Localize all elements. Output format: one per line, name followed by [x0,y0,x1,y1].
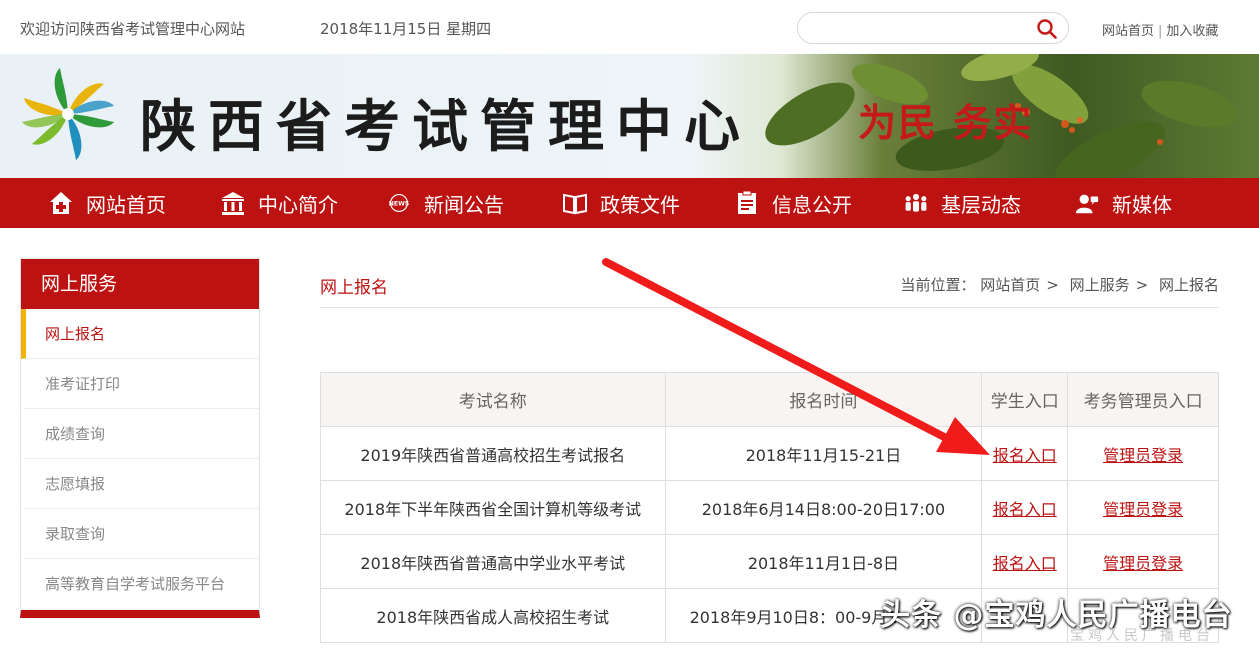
search-input[interactable] [812,18,1032,38]
search-box[interactable] [797,12,1069,44]
exam-name: 2018年陕西省普通高中学业水平考试 [320,534,666,589]
breadcrumb-prefix: 当前位置： [900,276,976,294]
exam-name: 2018年陕西省成人高校招生考试 [320,588,666,643]
news-icon: NEWS [386,190,412,216]
welcome-text: 欢迎访问陕西省考试管理中心网站 [20,20,246,38]
site-name: 陕西省考试管理中心 [140,94,752,160]
top-bar: 欢迎访问陕西省考试管理中心网站 2018年11月15日 星期四 网站首页 | 加入收… [0,0,1259,54]
breadcrumb-home[interactable]: 网站首页 [980,276,1040,294]
document-icon [734,190,760,216]
breadcrumb-service[interactable]: 网上服务 [1070,276,1130,294]
sidebar-item-online-registration[interactable]: 网上报名 [21,309,259,359]
table-row: 2018年陕西省普通高中学业水平考试 2018年11月1日-8日 报名入口 管理… [320,534,1219,589]
student-entry-cell: 报名入口 [981,426,1069,481]
main-nav: 网站首页 中心简介 NEWS 新闻公告 政策文件 信息公开 基层动态 新媒体 [0,178,1259,228]
nav-label: 政策文件 [600,192,680,217]
nav-label: 新媒体 [1112,192,1172,217]
sidebar-item-score-query[interactable]: 成绩查询 [21,409,259,459]
admin-entry-cell: 管理员登录 [1067,426,1219,481]
table-row: 2019年陕西省普通高校招生考试报名 2018年11月15-21日 报名入口 管… [320,426,1219,481]
nav-item-news[interactable]: NEWS 新闻公告 [386,178,504,228]
sidebar-item-application[interactable]: 志愿填报 [21,459,259,509]
breadcrumb-separator: > [1046,276,1059,294]
column-header: 报名时间 [664,372,983,427]
nav-item-info[interactable]: 信息公开 [734,178,852,228]
exam-time: 2018年11月1日-8日 [664,534,983,589]
column-header: 考务管理员入口 [1067,372,1219,427]
top-links: 网站首页 | 加入收藏 [1102,20,1218,39]
student-entry-link[interactable]: 报名入口 [993,554,1057,573]
nav-label: 新闻公告 [424,192,504,217]
breadcrumb-separator: > [1135,276,1149,294]
admin-login-link[interactable]: 管理员登录 [1103,554,1183,573]
nav-label: 基层动态 [941,192,1021,217]
table-header-row: 考试名称 报名时间 学生入口 考务管理员入口 [320,372,1219,427]
slogan: 为民 务实 [858,100,1034,145]
nav-label: 网站首页 [86,192,166,217]
top-link-favorite[interactable]: 加入收藏 [1166,24,1218,39]
nav-item-policy[interactable]: 政策文件 [562,178,680,228]
column-header: 考试名称 [320,372,666,427]
home-icon [48,190,74,216]
table-row: 2018年下半年陕西省全国计算机等级考试 2018年6月14日8:00-20日1… [320,480,1219,535]
student-entry-link[interactable]: 报名入口 [993,446,1057,465]
people-icon [903,190,929,216]
student-entry-cell: 报名入口 [981,480,1069,535]
date-text: 2018年11月15日 星期四 [320,20,492,38]
column-header: 学生入口 [981,372,1069,427]
student-entry-link[interactable]: 报名入口 [993,500,1057,519]
exam-name: 2019年陕西省普通高校招生考试报名 [320,426,666,481]
student-entry-cell: 报名入口 [981,534,1069,589]
nav-item-about[interactable]: 中心简介 [220,178,338,228]
divider [320,307,1219,308]
search-icon[interactable] [1036,18,1058,40]
nav-label: 中心简介 [258,192,338,217]
nav-label: 信息公开 [772,192,852,217]
nav-item-grassroots[interactable]: 基层动态 [903,178,1021,228]
sidebar-item-admission-ticket[interactable]: 准考证打印 [21,359,259,409]
sidebar-item-admission-query[interactable]: 录取查询 [21,509,259,559]
page-title: 网上报名 [320,278,388,298]
sidebar: 网上服务 网上报名 准考证打印 成绩查询 志愿填报 录取查询 高等教育自学考试服… [20,258,260,618]
admin-login-link[interactable]: 管理员登录 [1103,500,1183,519]
exam-name: 2018年下半年陕西省全国计算机等级考试 [320,480,666,535]
top-link-home[interactable]: 网站首页 [1102,24,1154,39]
breadcrumb: 当前位置： 网站首页 > 网上服务 > 网上报名 [900,274,1219,295]
logo-icon [21,67,115,161]
admin-entry-cell: 管理员登录 [1067,480,1219,535]
admin-entry-cell: 管理员登录 [1067,534,1219,589]
breadcrumb-current[interactable]: 网上报名 [1159,276,1219,294]
building-icon [220,190,246,216]
nav-item-home[interactable]: 网站首页 [48,178,166,228]
watermark-subtext: 宝鸡人民广播电台 [1070,628,1214,644]
divider: | [1158,24,1163,39]
exam-time: 2018年6月14日8:00-20日17:00 [664,480,983,535]
sidebar-item-self-study-platform[interactable]: 高等教育自学考试服务平台 [21,559,259,609]
media-icon [1074,190,1100,216]
admin-login-link[interactable]: 管理员登录 [1103,446,1183,465]
nav-item-media[interactable]: 新媒体 [1074,178,1172,228]
exam-time: 2018年11月15-21日 [664,426,983,481]
sidebar-title: 网上服务 [21,259,259,309]
banner: 陕西省考试管理中心 为民 务实 [0,54,1259,178]
book-icon [562,190,588,216]
svg-text:NEWS: NEWS [389,200,409,207]
